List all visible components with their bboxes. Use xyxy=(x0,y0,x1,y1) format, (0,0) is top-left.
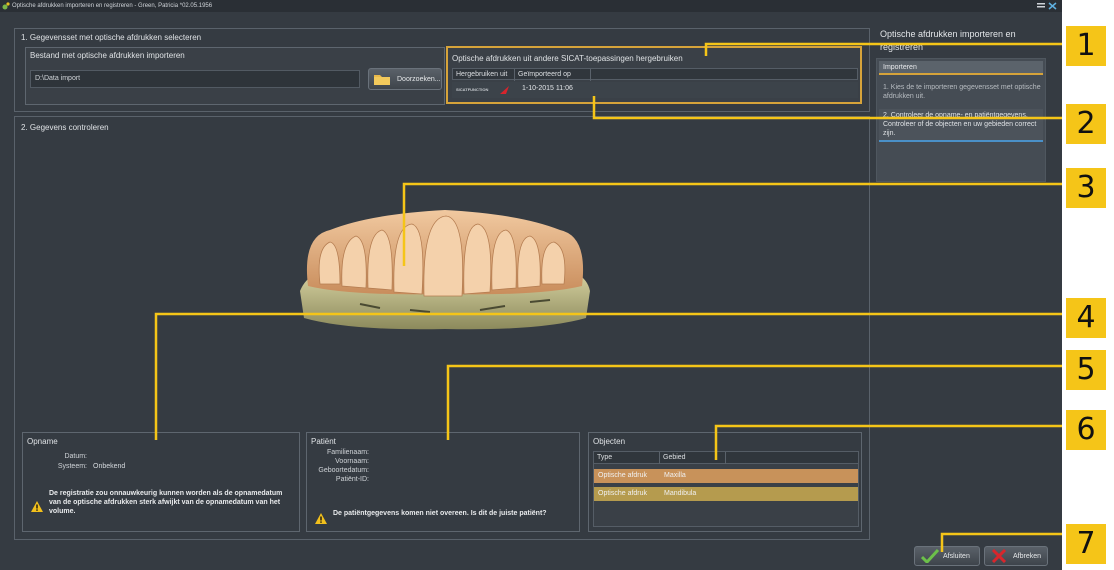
callout-5: 5 xyxy=(1066,350,1106,390)
callout-3: 3 xyxy=(1066,168,1106,208)
callout-2: 2 xyxy=(1066,104,1106,144)
callout-6: 6 xyxy=(1066,410,1106,450)
callout-1: 1 xyxy=(1066,26,1106,66)
callout-7: 7 xyxy=(1066,524,1106,564)
callout-lines xyxy=(154,42,1062,552)
callout-4: 4 xyxy=(1066,298,1106,338)
